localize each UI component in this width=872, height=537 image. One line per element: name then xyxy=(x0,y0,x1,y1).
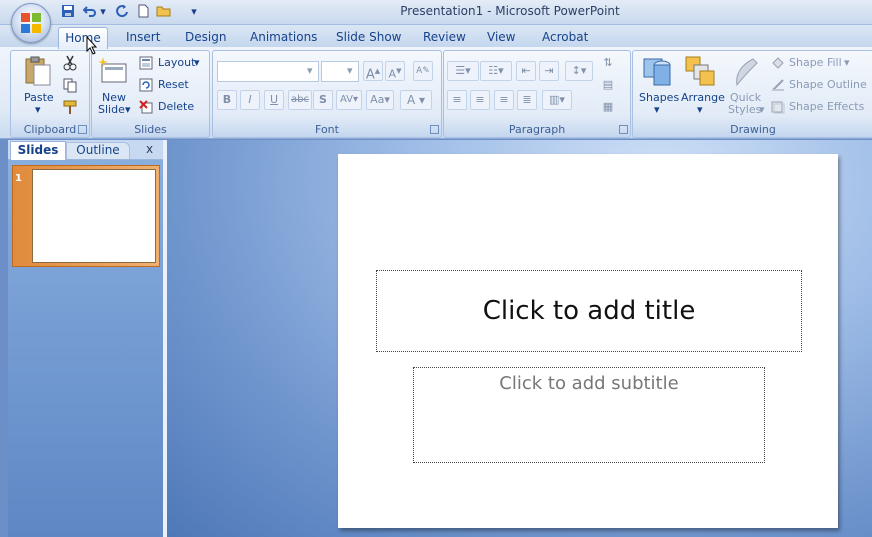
shape-fill-icon[interactable] xyxy=(771,56,785,70)
tab-view[interactable]: View xyxy=(487,30,515,44)
layout-icon[interactable] xyxy=(139,56,153,70)
tab-slides[interactable]: Slides xyxy=(10,141,66,160)
quick-styles-icon[interactable] xyxy=(731,55,763,89)
open-folder-icon[interactable] xyxy=(156,3,172,19)
paragraph-group-label: Paragraph xyxy=(508,123,566,136)
format-painter-icon[interactable] xyxy=(62,99,78,115)
shrink-font-icon[interactable]: A▼ xyxy=(385,61,405,81)
reset-button[interactable]: Reset xyxy=(158,78,189,91)
title-placeholder[interactable]: Click to add title xyxy=(376,270,802,352)
quick-styles-label-line2[interactable]: Styles xyxy=(728,103,761,116)
tab-home[interactable]: Home xyxy=(58,27,108,49)
paste-dropdown-icon[interactable]: ▾ xyxy=(35,103,41,116)
subtitle-placeholder[interactable]: Click to add subtitle xyxy=(413,367,765,463)
paragraph-launcher-icon[interactable] xyxy=(619,125,628,134)
shape-outline-button[interactable]: Shape Outline xyxy=(789,78,867,91)
shape-effects-icon[interactable] xyxy=(771,100,785,114)
shapes-icon[interactable] xyxy=(642,55,674,89)
tab-acrobat[interactable]: Acrobat xyxy=(542,30,588,44)
tab-review[interactable]: Review xyxy=(423,30,466,44)
slides-group-label: Slides xyxy=(134,123,167,136)
shape-effects-button[interactable]: Shape Effects xyxy=(789,100,864,113)
office-button[interactable] xyxy=(11,3,51,43)
arrange-dropdown-icon[interactable]: ▾ xyxy=(697,103,703,116)
increase-indent-icon[interactable]: ⇥ xyxy=(539,61,559,81)
tab-design[interactable]: Design xyxy=(185,30,226,44)
font-launcher-icon[interactable] xyxy=(430,125,439,134)
quick-styles-dropdown-icon[interactable]: ▾ xyxy=(759,103,765,116)
undo-icon[interactable] xyxy=(82,3,98,19)
paste-icon[interactable] xyxy=(22,55,54,87)
underline-icon[interactable]: U xyxy=(264,90,284,110)
shape-outline-icon[interactable] xyxy=(771,78,785,92)
shape-fill-dropdown-icon[interactable]: ▾ xyxy=(844,56,850,69)
text-shadow-icon[interactable]: S xyxy=(313,90,333,110)
change-case-icon[interactable]: Aa▾ xyxy=(366,90,394,110)
bullets-icon[interactable]: ☰▾ xyxy=(447,61,479,81)
bold-icon[interactable]: B xyxy=(217,90,237,110)
decrease-indent-icon[interactable]: ⇤ xyxy=(516,61,536,81)
delete-button[interactable]: Delete xyxy=(158,100,194,113)
tab-slide-show[interactable]: Slide Show xyxy=(336,30,401,44)
tab-outline[interactable]: Outline xyxy=(66,142,130,159)
layout-dropdown-icon[interactable]: ▾ xyxy=(194,56,200,69)
align-right-icon[interactable]: ≡ xyxy=(494,90,514,110)
strikethrough-icon[interactable]: abc xyxy=(288,90,312,110)
slide-thumbnail-number: 1 xyxy=(15,173,22,184)
font-size-combo[interactable] xyxy=(321,61,359,82)
tab-insert[interactable]: Insert xyxy=(126,30,160,44)
office-logo-icon xyxy=(21,13,41,33)
line-spacing-icon[interactable]: ↕▾ xyxy=(565,61,593,81)
window-title: Presentation1 - Microsoft PowerPoint xyxy=(400,4,620,18)
align-left-icon[interactable]: ≡ xyxy=(447,90,467,110)
arrange-icon[interactable] xyxy=(684,55,716,87)
numbering-icon[interactable]: ☷▾ xyxy=(480,61,512,81)
drawing-group-label: Drawing xyxy=(730,123,776,136)
new-slide-dropdown-icon[interactable]: ▾ xyxy=(125,103,131,116)
grow-font-icon[interactable]: A▲ xyxy=(363,61,383,82)
delete-slide-icon[interactable] xyxy=(139,100,153,114)
clipboard-launcher-icon[interactable] xyxy=(78,125,87,134)
convert-smartart-icon[interactable]: ▦ xyxy=(597,98,619,116)
new-document-icon[interactable] xyxy=(135,3,151,19)
copy-icon[interactable] xyxy=(62,77,78,93)
justify-icon[interactable]: ≣ xyxy=(517,90,537,110)
italic-icon[interactable]: I xyxy=(240,90,260,110)
cut-icon[interactable] xyxy=(62,55,78,71)
reset-icon[interactable] xyxy=(139,78,153,92)
customize-qat-icon[interactable]: ▾ xyxy=(188,3,200,19)
align-text-icon[interactable]: ▤ xyxy=(597,76,619,94)
layout-button[interactable]: Layout xyxy=(158,56,195,69)
font-name-dropdown-icon[interactable]: ▾ xyxy=(307,64,313,77)
font-name-combo[interactable] xyxy=(217,61,319,82)
close-pane-icon[interactable]: x xyxy=(146,142,153,156)
clear-formatting-icon[interactable]: A✎ xyxy=(413,61,433,81)
mouse-cursor-icon xyxy=(86,36,98,55)
tab-animations[interactable]: Animations xyxy=(250,30,317,44)
shapes-dropdown-icon[interactable]: ▾ xyxy=(654,103,660,116)
text-direction-icon[interactable]: ⇅ xyxy=(597,54,619,72)
save-icon[interactable] xyxy=(60,3,76,19)
align-center-icon[interactable]: ≡ xyxy=(470,90,490,110)
redo-icon[interactable] xyxy=(114,3,130,19)
slide-thumbnail[interactable] xyxy=(32,169,156,263)
new-slide-label-line2[interactable]: Slide xyxy=(98,103,125,116)
columns-icon[interactable]: ▥▾ xyxy=(542,90,572,110)
font-color-icon[interactable]: A ▾ xyxy=(400,90,432,110)
new-slide-icon[interactable] xyxy=(98,56,128,86)
character-spacing-icon[interactable]: AV▾ xyxy=(336,90,362,110)
font-group-label: Font xyxy=(315,123,339,136)
undo-dropdown-icon[interactable]: ▾ xyxy=(98,3,108,19)
font-size-dropdown-icon[interactable]: ▾ xyxy=(347,64,353,77)
shape-fill-button[interactable]: Shape Fill xyxy=(789,56,842,69)
